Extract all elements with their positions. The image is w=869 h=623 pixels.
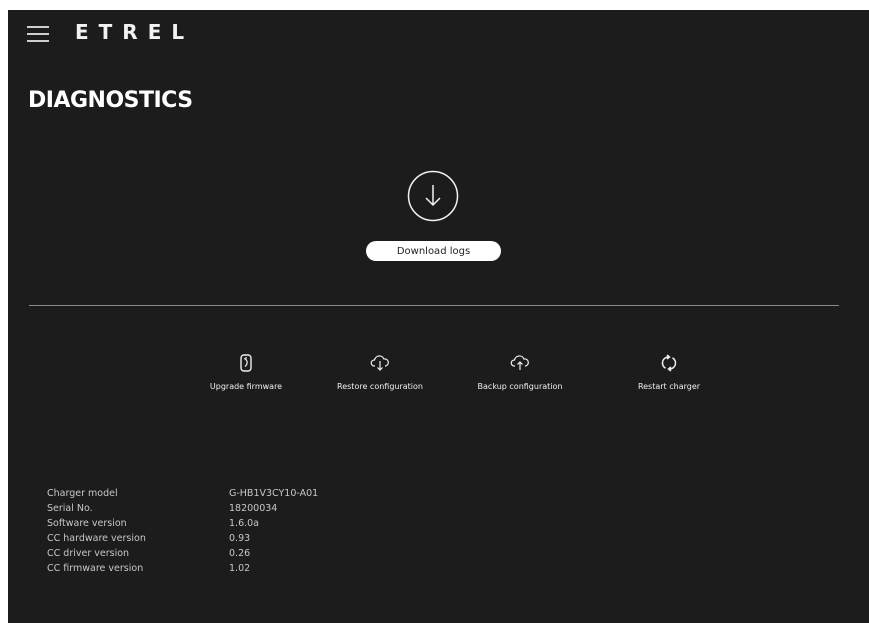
- info-value: 18200034: [229, 503, 278, 514]
- info-row-cc-hardware-version: CC hardware version 0.93: [47, 531, 318, 546]
- info-key: CC driver version: [47, 548, 130, 559]
- brand-logo: ETREL: [75, 20, 195, 44]
- info-value: G-HB1V3CY10-A01: [229, 488, 319, 499]
- upgrade-firmware-label: Upgrade firmware: [209, 382, 283, 391]
- restart-charger-button[interactable]: Restart charger: [609, 353, 729, 391]
- restart-charger-label: Restart charger: [637, 382, 701, 391]
- info-row-serial-no: Serial No. 18200034: [47, 501, 318, 516]
- backup-configuration-button[interactable]: Backup configuration: [460, 353, 580, 391]
- info-value: 0.26: [229, 548, 251, 559]
- upgrade-firmware-button[interactable]: Upgrade firmware: [186, 353, 306, 391]
- charger-info-list: Charger model G-HB1V3CY10-A01 Serial No. 1…: [47, 486, 318, 576]
- firmware-upgrade-icon: [240, 354, 252, 372]
- download-arrow-icon[interactable]: [407, 170, 459, 222]
- restart-icon: [661, 354, 677, 372]
- cloud-download-icon: [370, 355, 389, 371]
- info-value: 0.93: [229, 533, 251, 544]
- hamburger-menu-icon[interactable]: [27, 25, 49, 43]
- info-key: Software version: [47, 518, 127, 529]
- info-key: CC firmware version: [47, 563, 144, 574]
- restore-configuration-label: Restore configuration: [337, 382, 423, 391]
- info-value: 1.02: [229, 563, 251, 574]
- info-value: 1.6.0a: [229, 518, 259, 529]
- info-key: Charger model: [47, 488, 118, 499]
- backup-configuration-label: Backup configuration: [477, 382, 563, 391]
- page-title: DIAGNOSTICS: [28, 88, 193, 113]
- info-key: CC hardware version: [47, 533, 146, 544]
- info-row-cc-driver-version: CC driver version 0.26: [47, 546, 318, 561]
- info-key: Serial No.: [47, 503, 93, 514]
- app-frame: ETREL DIAGNOSTICS Download logs Upgrade …: [8, 10, 869, 623]
- info-row-cc-firmware-version: CC firmware version 1.02: [47, 561, 318, 576]
- cloud-upload-icon: [510, 355, 529, 370]
- section-divider: [29, 305, 839, 306]
- restore-configuration-button[interactable]: Restore configuration: [320, 353, 440, 391]
- download-logs-button[interactable]: Download logs: [366, 241, 501, 261]
- info-row-charger-model: Charger model G-HB1V3CY10-A01: [47, 486, 318, 501]
- info-row-software-version: Software version 1.6.0a: [47, 516, 318, 531]
